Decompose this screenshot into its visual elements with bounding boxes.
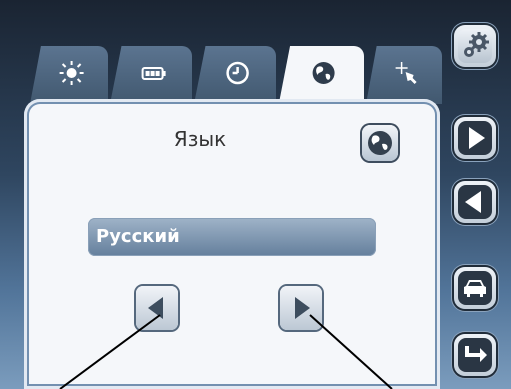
tab-brightness[interactable] [30, 46, 108, 104]
globe-icon [368, 131, 392, 155]
settings-gears-icon [464, 32, 489, 57]
language-selection-field[interactable]: Русский [88, 218, 376, 256]
tab-clock[interactable] [194, 46, 276, 104]
touch-calibration-icon [395, 62, 417, 84]
triangle-right-icon [295, 297, 310, 319]
car-icon [464, 280, 486, 297]
exit-button[interactable] [454, 334, 496, 376]
tab-battery[interactable] [110, 46, 192, 104]
previous-arrow-icon [465, 191, 481, 213]
next-page-button[interactable] [454, 117, 496, 159]
device-screen: Язык Русский [0, 0, 511, 389]
tab-touch-calibration[interactable] [366, 46, 442, 104]
page-title: Язык [173, 127, 227, 151]
language-globe-button[interactable] [362, 125, 398, 161]
previous-language-button[interactable] [136, 286, 178, 330]
globe-icon [312, 62, 335, 84]
next-language-button[interactable] [280, 286, 322, 330]
settings-button[interactable] [454, 25, 496, 67]
language-value: Русский [96, 226, 180, 247]
triangle-left-icon [148, 297, 163, 319]
vehicle-button[interactable] [454, 267, 496, 309]
previous-page-button[interactable] [454, 181, 496, 223]
clock-icon [226, 61, 249, 85]
exit-arrow-icon [465, 346, 487, 362]
battery-icon [141, 67, 166, 80]
next-arrow-icon [469, 127, 485, 149]
brightness-icon [59, 61, 84, 85]
